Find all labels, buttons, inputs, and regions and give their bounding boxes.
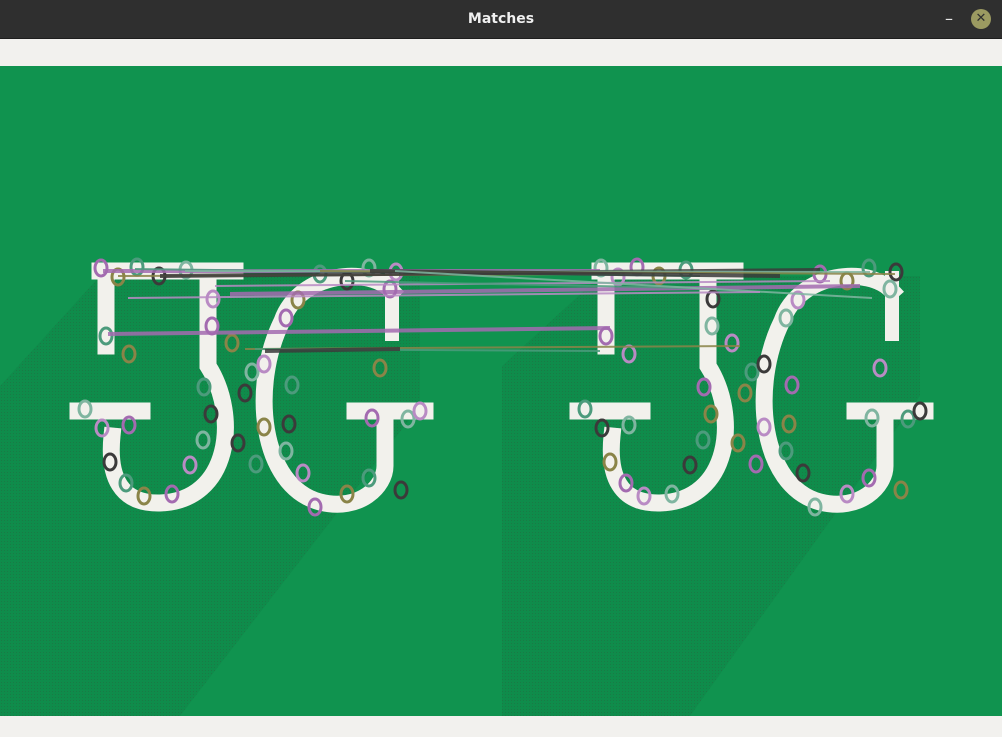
minimize-button[interactable]: – — [938, 8, 960, 30]
close-button[interactable]: ✕ — [971, 9, 991, 29]
title-bar[interactable]: Matches – ✕ — [0, 0, 1002, 39]
close-icon: ✕ — [975, 11, 987, 26]
matches-image — [0, 66, 1002, 716]
status-bar — [0, 716, 1002, 737]
app-window: Matches – ✕ — [0, 0, 1002, 737]
window-title: Matches — [467, 11, 535, 27]
toolbar-strip — [0, 39, 1002, 66]
match-line — [264, 347, 401, 353]
minimize-icon: – — [945, 9, 953, 28]
matches-image-view[interactable] — [0, 66, 1002, 716]
